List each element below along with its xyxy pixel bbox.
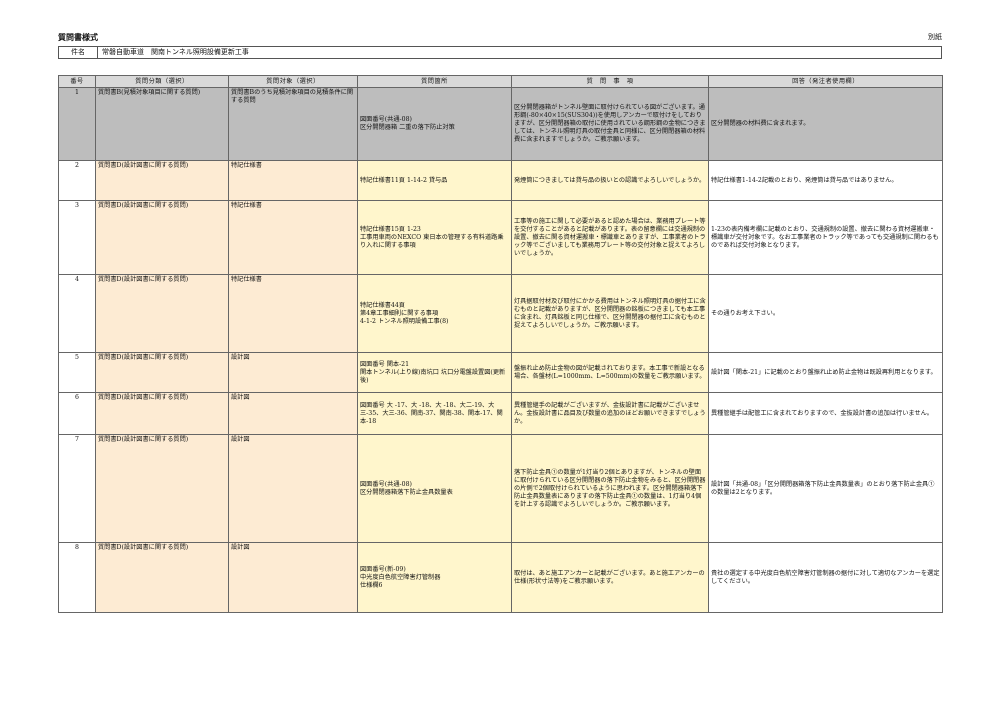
row-number: 5 bbox=[58, 352, 96, 393]
col-header-answer: 回答（発注者使用欄） bbox=[708, 75, 943, 88]
row-target: 設計図 bbox=[228, 434, 358, 543]
row-location: 図面番号(共通-08) 区分開閉器箱 二重の落下防止対策 bbox=[357, 87, 512, 161]
row-answer: 特記仕様書1-14-2記載のとおり、発煙筒は貸与品ではありません。 bbox=[708, 160, 943, 201]
row-category: 質問書B(見積対象項目に関する質問) bbox=[95, 87, 229, 161]
question-table: 番号 質問分類（選択） 質問対象（選択） 質問箇所 質 問 事 項 回答（発注者… bbox=[58, 75, 943, 613]
row-question: 灯具据取付材及び取付にかかる費用はトンネル照明灯具の据付工に含むものと記載があり… bbox=[511, 274, 709, 353]
row-question: 発煙筒につきましては貸与品の扱いとの認識でよろしいでしょうか。 bbox=[511, 160, 709, 201]
row-category: 質問書D(設計図書に関する質問) bbox=[95, 274, 229, 353]
row-target: 質問書Bのうち見積対象項目の見積条件に関する質問 bbox=[228, 87, 358, 161]
col-header-location: 質問箇所 bbox=[357, 75, 512, 88]
col-header-question: 質 問 事 項 bbox=[511, 75, 709, 88]
row-answer: 異種管継手は配管工に含まれておりますので、金抜設計書の追加は行いません。 bbox=[708, 392, 943, 435]
row-answer: その通りお考え下さい。 bbox=[708, 274, 943, 353]
row-category: 質問書D(設計図書に関する質問) bbox=[95, 200, 229, 275]
table-row: 8 質問書D(設計図書に関する質問) 設計図 図面番号(新-09) 中光度白色航… bbox=[58, 542, 943, 613]
attachment-label: 別紙 bbox=[928, 33, 942, 41]
row-location: 特記仕様書15頁 1-23 工事用車両のNEXCO 東日本の管理する有料道路乗り… bbox=[357, 200, 512, 275]
row-question: 工事等の施工に関して必要があると認めた場合は、業務用プレート等を交付することがあ… bbox=[511, 200, 709, 275]
row-location: 図面番号 大 -17、大 -18、大 -18、大二-19、大三-35、大三-36… bbox=[357, 392, 512, 435]
row-category: 質問書D(設計図書に関する質問) bbox=[95, 542, 229, 613]
col-header-category: 質問分類（選択） bbox=[95, 75, 229, 88]
row-question: 盤振れ止め防止金物の図が記載されております。本工事で新設となる場合、各盤材(L=… bbox=[511, 352, 709, 393]
row-location: 特記仕様書44頁 第4章工事細則に関する事項 4-1-2 トンネル照明設備工事(… bbox=[357, 274, 512, 353]
row-number: 8 bbox=[58, 542, 96, 613]
subject-value: 常磐自動車道 関南トンネル照明設備更新工事 bbox=[102, 48, 249, 56]
row-number: 6 bbox=[58, 392, 96, 435]
row-location: 図面番号 関本-21 関本トンネル(上り線)南坑口 坑口分電盤設置図(更新後) bbox=[357, 352, 512, 393]
table-row: 5 質問書D(設計図書に関する質問) 設計図 図面番号 関本-21 関本トンネル… bbox=[58, 352, 943, 393]
row-answer: 設計図「共通-08」「区分開閉器箱落下防止金具数量表」のとおり落下防止金具①の数… bbox=[708, 434, 943, 543]
row-number: 3 bbox=[58, 200, 96, 275]
document-title: 質問書様式 bbox=[58, 32, 98, 42]
row-number: 4 bbox=[58, 274, 96, 353]
row-question: 落下防止金具①の数量が1灯当り2個とありますが、トンネルの壁面に取付けられている… bbox=[511, 434, 709, 543]
row-target: 特記仕様書 bbox=[228, 200, 358, 275]
table-row: 6 質問書D(設計図書に関する質問) 設計図 図面番号 大 -17、大 -18、… bbox=[58, 392, 943, 435]
table-row: 4 質問書D(設計図書に関する質問) 特記仕様書 特記仕様書44頁 第4章工事細… bbox=[58, 274, 943, 353]
row-category: 質問書D(設計図書に関する質問) bbox=[95, 352, 229, 393]
row-target: 特記仕様書 bbox=[228, 274, 358, 353]
row-question: 取付は、あと施工アンカーと記載がございます。あと施工アンカーの仕様(形状寸法等)… bbox=[511, 542, 709, 613]
row-answer: 区分開閉器の材料費に含まれます。 bbox=[708, 87, 943, 161]
row-location: 図面番号(新-09) 中光度白色航空障害灯管制器 仕様欄6 bbox=[357, 542, 512, 613]
row-category: 質問書D(設計図書に関する質問) bbox=[95, 160, 229, 201]
row-category: 質問書D(設計図書に関する質問) bbox=[95, 392, 229, 435]
col-header-no: 番号 bbox=[58, 75, 96, 88]
row-category: 質問書D(設計図書に関する質問) bbox=[95, 434, 229, 543]
row-answer: 設計図「関本-21」に記載のとおり盤振れ止め防止金物は既設再利用となります。 bbox=[708, 352, 943, 393]
table-row: 3 質問書D(設計図書に関する質問) 特記仕様書 特記仕様書15頁 1-23 工… bbox=[58, 200, 943, 275]
table-row: 2 質問書D(設計図書に関する質問) 特記仕様書 特記仕様書11頁 1-14-2… bbox=[58, 160, 943, 201]
row-target: 設計図 bbox=[228, 542, 358, 613]
row-answer: 貴社の選定する中光度白色航空障害灯管制器の据付に対して適切なアンカーを選定してく… bbox=[708, 542, 943, 613]
subject-row: 件名 常磐自動車道 関南トンネル照明設備更新工事 bbox=[58, 46, 942, 59]
row-number: 7 bbox=[58, 434, 96, 543]
row-answer: 1-23の表内備考欄に記載のとおり、交通規制の設置、撤去に関わる資材運搬車・標識… bbox=[708, 200, 943, 275]
row-location: 図面番号(共通-08) 区分開閉器箱落下防止金具数量表 bbox=[357, 434, 512, 543]
table-header-row: 番号 質問分類（選択） 質問対象（選択） 質問箇所 質 問 事 項 回答（発注者… bbox=[58, 75, 943, 88]
col-header-target: 質問対象（選択） bbox=[228, 75, 358, 88]
row-target: 特記仕様書 bbox=[228, 160, 358, 201]
row-question: 区分開閉器箱がトンネル壁面に取付けられている図がございます。通形鋼(-80×40… bbox=[511, 87, 709, 161]
row-target: 設計図 bbox=[228, 352, 358, 393]
row-target: 設計図 bbox=[228, 392, 358, 435]
table-row: 7 質問書D(設計図書に関する質問) 設計図 図面番号(共通-08) 区分開閉器… bbox=[58, 434, 943, 543]
row-number: 1 bbox=[58, 87, 96, 161]
row-location: 特記仕様書11頁 1-14-2 貸与品 bbox=[357, 160, 512, 201]
row-question: 異種管継手の記載がございますが、金抜設計書に記載がございません。金抜設計書に品目… bbox=[511, 392, 709, 435]
subject-key: 件名 bbox=[59, 47, 98, 58]
row-number: 2 bbox=[58, 160, 96, 201]
table-row: 1 質問書B(見積対象項目に関する質問) 質問書Bのうち見積対象項目の見積条件に… bbox=[58, 87, 943, 161]
